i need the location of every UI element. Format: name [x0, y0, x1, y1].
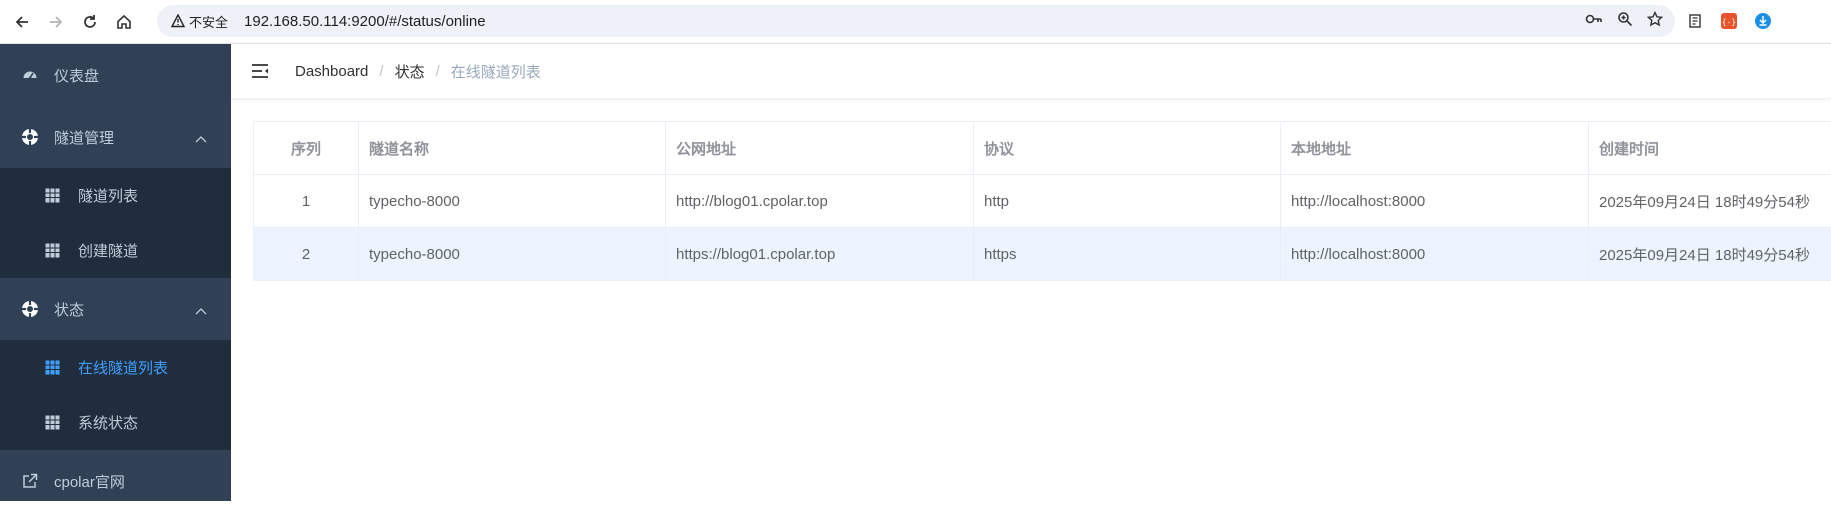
table-row[interactable]: 2 typecho-8000 https://blog01.cpolar.top…	[254, 228, 1831, 281]
sidebar-item-label: 系统状态	[78, 412, 138, 433]
reload-icon	[82, 14, 98, 30]
home-button[interactable]	[107, 5, 141, 39]
online-tunnel-table: 序列 隧道名称 公网地址 协议 本地地址 创建时间 1 typecho-8000…	[253, 121, 1831, 281]
sidebar-item-label: 创建隧道	[78, 240, 138, 261]
sidebar-item-tunnel-list[interactable]: 隧道列表	[0, 168, 231, 223]
tunnel-management-submenu: 隧道列表 创建隧道	[0, 168, 231, 278]
column-header-local-address[interactable]: 本地地址	[1281, 122, 1589, 175]
back-arrow-icon	[14, 14, 30, 30]
sidebar-item-cpolar-website[interactable]: cpolar官网	[0, 450, 231, 512]
cell-tunnel-name: typecho-8000	[359, 175, 666, 228]
table-row[interactable]: 1 typecho-8000 http://blog01.cpolar.top …	[254, 175, 1831, 228]
tunnel-table-container: 序列 隧道名称 公网地址 协议 本地地址 创建时间 1 typecho-8000…	[253, 121, 1831, 281]
svg-text:{-}: {-}	[1722, 18, 1736, 27]
column-header-created-time[interactable]: 创建时间	[1589, 122, 1831, 175]
sidebar-item-label: 隧道列表	[78, 185, 138, 206]
breadcrumb: Dashboard / 状态 / 在线隧道列表	[295, 61, 541, 82]
browser-toolbar: 不安全 192.168.50.114:9200/#/status/online …	[0, 0, 1831, 44]
cell-public-url[interactable]: http://blog01.cpolar.top	[666, 175, 974, 228]
warning-icon	[171, 14, 185, 28]
reload-button[interactable]	[73, 5, 107, 39]
table-icon	[44, 415, 60, 431]
zoom-icon[interactable]	[1617, 11, 1633, 32]
sidebar: 仪表盘 隧道管理 隧道列表 创建隧道 状态	[0, 44, 231, 501]
url-text[interactable]: 192.168.50.114:9200/#/status/online	[244, 13, 486, 30]
address-bar[interactable]: 不安全 192.168.50.114:9200/#/status/online	[157, 5, 1675, 37]
sidebar-item-system-status[interactable]: 系统状态	[0, 395, 231, 450]
sidebar-item-label: 隧道管理	[54, 127, 114, 148]
sidebar-item-online-tunnels[interactable]: 在线隧道列表	[0, 340, 231, 395]
dashboard-icon	[20, 65, 40, 85]
column-header-public-url[interactable]: 公网地址	[666, 122, 974, 175]
column-header-tunnel-name[interactable]: 隧道名称	[359, 122, 666, 175]
extensions-area: {-}	[1685, 5, 1773, 37]
breadcrumb-status[interactable]: 状态	[395, 61, 425, 82]
json-extension-icon[interactable]: {-}	[1719, 11, 1739, 31]
security-badge[interactable]: 不安全	[165, 12, 234, 31]
sidebar-item-label: 在线隧道列表	[78, 357, 168, 378]
sidebar-item-status[interactable]: 状态	[0, 278, 231, 340]
cell-index: 1	[254, 175, 359, 228]
breadcrumb-current: 在线隧道列表	[451, 61, 541, 82]
forward-arrow-icon	[48, 14, 64, 30]
breadcrumb-separator: /	[379, 63, 383, 80]
key-icon[interactable]	[1585, 12, 1603, 31]
back-button[interactable]	[5, 5, 39, 39]
sidebar-item-dashboard[interactable]: 仪表盘	[0, 44, 231, 106]
home-icon	[116, 14, 132, 30]
sidebar-item-label: 仪表盘	[54, 65, 99, 86]
bookmark-star-icon[interactable]	[1647, 11, 1663, 32]
download-extension-icon[interactable]	[1753, 11, 1773, 31]
cell-protocol: https	[974, 228, 1281, 281]
sidebar-item-label: cpolar官网	[54, 471, 125, 492]
cell-local-address: http://localhost:8000	[1281, 228, 1589, 281]
chevron-up-icon	[195, 302, 207, 319]
gear-icon	[20, 299, 40, 319]
breadcrumb-separator: /	[436, 63, 440, 80]
reading-list-icon[interactable]	[1685, 11, 1705, 31]
cell-created-time: 2025年09月24日 18时49分54秒	[1589, 228, 1831, 281]
cell-tunnel-name: typecho-8000	[359, 228, 666, 281]
status-submenu: 在线隧道列表 系统状态	[0, 340, 231, 450]
table-header-row: 序列 隧道名称 公网地址 协议 本地地址 创建时间	[254, 122, 1831, 175]
breadcrumb-dashboard[interactable]: Dashboard	[295, 63, 368, 80]
column-header-index[interactable]: 序列	[254, 122, 359, 175]
cell-public-url[interactable]: https://blog01.cpolar.top	[666, 228, 974, 281]
gear-icon	[20, 127, 40, 147]
table-icon	[44, 360, 60, 376]
top-navbar: Dashboard / 状态 / 在线隧道列表	[231, 44, 1831, 99]
main-content: Dashboard / 状态 / 在线隧道列表 序列 隧道名称 公网地址 协议 …	[231, 44, 1831, 501]
security-label: 不安全	[189, 12, 228, 31]
sidebar-item-tunnel-management[interactable]: 隧道管理	[0, 106, 231, 168]
external-link-icon	[20, 471, 40, 491]
sidebar-item-label: 状态	[54, 299, 84, 320]
cell-created-time: 2025年09月24日 18时49分54秒	[1589, 175, 1831, 228]
chevron-up-icon	[195, 130, 207, 147]
cell-local-address: http://localhost:8000	[1281, 175, 1589, 228]
table-icon	[44, 188, 60, 204]
table-icon	[44, 243, 60, 259]
column-header-protocol[interactable]: 协议	[974, 122, 1281, 175]
forward-button[interactable]	[39, 5, 73, 39]
cell-protocol: http	[974, 175, 1281, 228]
sidebar-item-create-tunnel[interactable]: 创建隧道	[0, 223, 231, 278]
cell-index: 2	[254, 228, 359, 281]
hamburger-menu-icon[interactable]	[251, 61, 271, 81]
